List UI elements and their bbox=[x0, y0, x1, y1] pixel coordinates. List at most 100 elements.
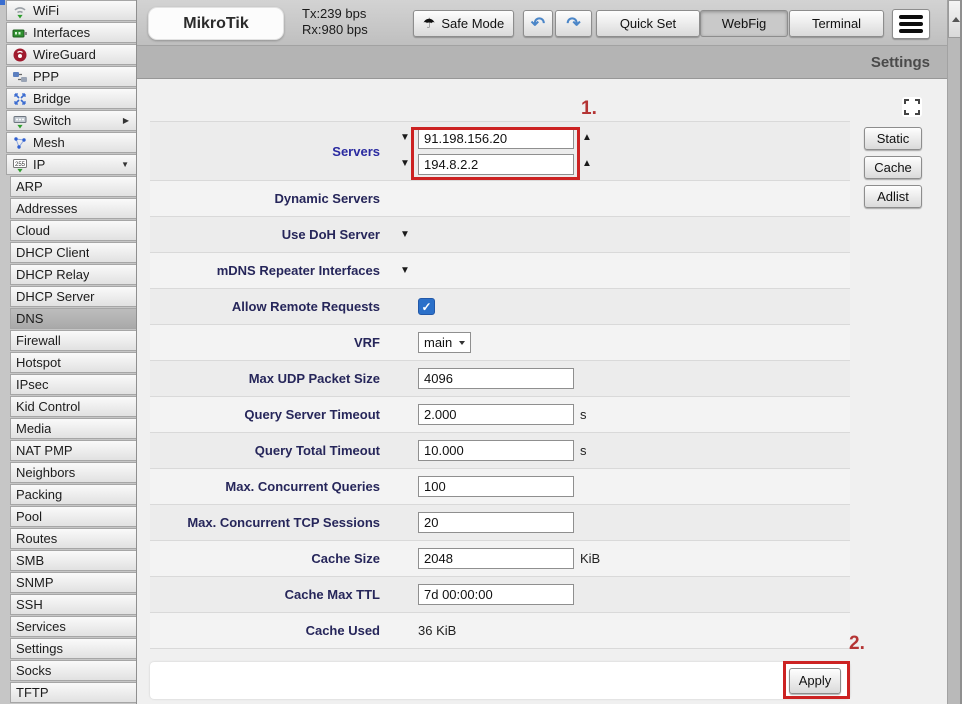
sidebar-item-wireguard[interactable]: WireGuard bbox=[6, 44, 136, 65]
field-label: Cache Used bbox=[150, 623, 398, 638]
sidebar-item-bridge[interactable]: Bridge bbox=[6, 88, 136, 109]
field-control: ▼ bbox=[398, 266, 412, 276]
sidebar-item-arp[interactable]: ARP bbox=[10, 176, 136, 197]
field-control: ▼ bbox=[398, 230, 412, 240]
input-max-concurrent-tcp-sessions[interactable] bbox=[418, 512, 574, 533]
dns-server-input-2[interactable] bbox=[418, 154, 574, 175]
form-row-cache-size: Cache SizeKiB bbox=[150, 541, 850, 577]
sidebar-item-label: Pool bbox=[16, 509, 42, 524]
sidebar-item-nat-pmp[interactable]: NAT PMP bbox=[10, 440, 136, 461]
sidebar-item-label: Packing bbox=[16, 487, 62, 502]
checkbox[interactable]: ✓ bbox=[418, 298, 435, 315]
sidebar-item-label: WireGuard bbox=[33, 47, 96, 62]
unit-suffix: s bbox=[580, 443, 587, 458]
safe-mode-button[interactable]: ☂ Safe Mode bbox=[413, 10, 514, 37]
chevron-down-icon bbox=[459, 341, 465, 345]
form-row-max-concurrent-queries: Max. Concurrent Queries bbox=[150, 469, 850, 505]
sidebar-item-tftp[interactable]: TFTP bbox=[10, 682, 136, 703]
sidebar-sub: ARPAddressesCloudDHCP Client DHCP Relay DH… bbox=[0, 176, 136, 703]
sidebar-item-switch[interactable]: Switch▶ bbox=[6, 110, 136, 131]
bridge-icon bbox=[12, 91, 28, 107]
quick-set-button[interactable]: Quick Set bbox=[596, 10, 700, 37]
up-arrow-icon[interactable]: ▲ bbox=[580, 159, 594, 169]
sidebar-item-ssh[interactable]: SSH bbox=[10, 594, 136, 615]
sidebar-item-neighbors[interactable]: Neighbors bbox=[10, 462, 136, 483]
static-button[interactable]: Static bbox=[864, 127, 922, 150]
ip-icon: 255 bbox=[12, 157, 28, 173]
sidebar-item-wifi[interactable]: WiFi bbox=[6, 0, 136, 21]
form-row-max-concurrent-tcp-sessions: Max. Concurrent TCP Sessions bbox=[150, 505, 850, 541]
sidebar-item-services[interactable]: Services bbox=[10, 616, 136, 637]
redo-button[interactable]: ↷ bbox=[555, 10, 592, 37]
dropdown-arrow-icon[interactable]: ▼ bbox=[398, 133, 412, 143]
sidebar-item-interfaces[interactable]: Interfaces bbox=[6, 22, 136, 43]
sidebar-item-settings[interactable]: Settings bbox=[10, 638, 136, 659]
input-max-udp-packet-size[interactable] bbox=[418, 368, 574, 389]
sidebar-item-snmp[interactable]: SNMP bbox=[10, 572, 136, 593]
sidebar-item-label: Interfaces bbox=[33, 25, 90, 40]
sidebar-item-mesh[interactable]: Mesh bbox=[6, 132, 136, 153]
sidebar-item-routes[interactable]: Routes bbox=[10, 528, 136, 549]
mikrotik-logo[interactable]: MikroTik bbox=[148, 7, 284, 40]
safe-mode-label: Safe Mode bbox=[441, 16, 504, 31]
vertical-scrollbar[interactable] bbox=[947, 0, 962, 704]
input-query-total-timeout[interactable] bbox=[418, 440, 574, 461]
redo-icon: ↷ bbox=[566, 15, 580, 32]
sidebar-item-firewall[interactable]: Firewall bbox=[10, 330, 136, 351]
main-panel: MikroTik Tx:239 bps Rx:980 bps ☂ Safe Mo… bbox=[137, 0, 947, 704]
field-label: Cache Size bbox=[150, 551, 398, 566]
field-control bbox=[398, 476, 574, 497]
sidebar-item-packing[interactable]: Packing bbox=[10, 484, 136, 505]
dropdown-arrow-icon[interactable]: ▼ bbox=[398, 230, 412, 240]
field-label: Query Server Timeout bbox=[150, 407, 398, 422]
field-label: VRF bbox=[150, 335, 398, 350]
sidebar-item-label: Neighbors bbox=[16, 465, 75, 480]
sidebar-item-addresses[interactable]: Addresses bbox=[10, 198, 136, 219]
cache-button[interactable]: Cache bbox=[864, 156, 922, 179]
sidebar-item-ppp[interactable]: PPP bbox=[6, 66, 136, 87]
sidebar-item-pool[interactable]: Pool bbox=[10, 506, 136, 527]
field-control: s bbox=[398, 404, 587, 425]
content-area: Static Cache Adlist Servers ▼ ▲ ▼ ▲ bbox=[137, 80, 947, 704]
switch-icon bbox=[12, 113, 28, 129]
up-arrow-icon[interactable]: ▲ bbox=[580, 133, 594, 143]
field-label: Max. Concurrent Queries bbox=[150, 479, 398, 494]
server-entry: ▼ ▲ bbox=[398, 154, 594, 175]
adlist-button[interactable]: Adlist bbox=[864, 185, 922, 208]
terminal-button[interactable]: Terminal bbox=[789, 10, 884, 37]
sidebar-item-label: Hotspot bbox=[16, 355, 61, 370]
sidebar-item-dhcp-server[interactable]: DHCP Server bbox=[10, 286, 136, 307]
sidebar-item-ip[interactable]: 255IP▼ bbox=[6, 154, 136, 175]
input-cache-size[interactable] bbox=[418, 548, 574, 569]
sidebar-item-label: DHCP Relay bbox=[16, 267, 89, 282]
bottom-button-bar: Apply bbox=[150, 662, 850, 699]
sidebar-item-cloud[interactable]: Cloud bbox=[10, 220, 136, 241]
sidebar-item-dhcp-client[interactable]: DHCP Client bbox=[10, 242, 136, 263]
sidebar-item-label: Mesh bbox=[33, 135, 65, 150]
svg-text:255: 255 bbox=[15, 162, 26, 168]
sidebar-item-label: TFTP bbox=[16, 685, 49, 700]
select-vrf[interactable]: main bbox=[418, 332, 471, 353]
input-query-server-timeout[interactable] bbox=[418, 404, 574, 425]
input-max-concurrent-queries[interactable] bbox=[418, 476, 574, 497]
field-label: Max UDP Packet Size bbox=[150, 371, 398, 386]
form-row-dynamic-servers: Dynamic Servers bbox=[150, 181, 850, 217]
sidebar-item-media[interactable]: Media bbox=[10, 418, 136, 439]
sidebar-item-socks[interactable]: Socks bbox=[10, 660, 136, 681]
apply-button[interactable]: Apply bbox=[789, 668, 841, 694]
dns-server-input-1[interactable] bbox=[418, 128, 574, 149]
dropdown-arrow-icon[interactable]: ▼ bbox=[398, 266, 412, 276]
sidebar-item-ipsec[interactable]: IPsec bbox=[10, 374, 136, 395]
sidebar-item-smb[interactable]: SMB bbox=[10, 550, 136, 571]
dropdown-arrow-icon[interactable]: ▼ bbox=[398, 159, 412, 169]
sidebar-item-dns[interactable]: DNS bbox=[10, 308, 136, 329]
webfig-button[interactable]: WebFig bbox=[700, 10, 788, 37]
chevron-up-icon bbox=[952, 17, 960, 22]
sidebar-item-kid-control[interactable]: Kid Control bbox=[10, 396, 136, 417]
sidebar-item-hotspot[interactable]: Hotspot bbox=[10, 352, 136, 373]
undo-button[interactable]: ↶ bbox=[523, 10, 553, 37]
sidebar-item-dhcp-relay[interactable]: DHCP Relay bbox=[10, 264, 136, 285]
expand-icon[interactable] bbox=[902, 97, 922, 117]
menu-button[interactable] bbox=[892, 9, 930, 39]
input-cache-max-ttl[interactable] bbox=[418, 584, 574, 605]
